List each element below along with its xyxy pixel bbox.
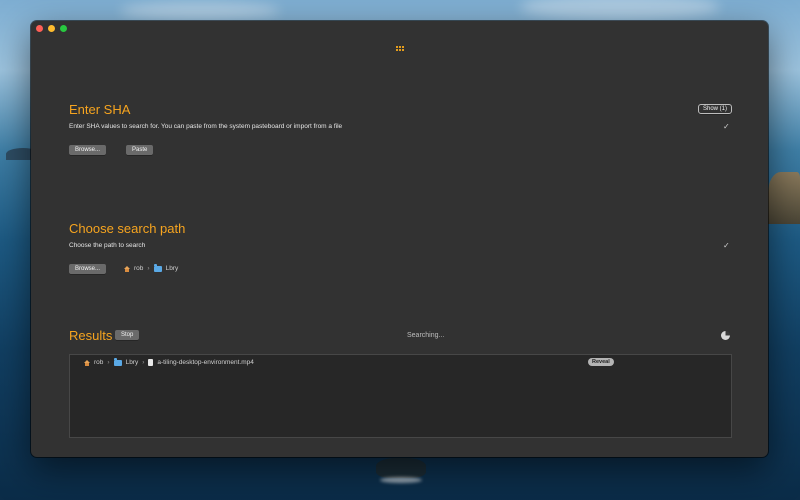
path-browse-button[interactable]: Browse... (69, 264, 107, 274)
path-segment: rob (94, 359, 104, 366)
progress-spinner-icon (721, 331, 730, 340)
sha-browse-button[interactable]: Browse... (69, 145, 107, 155)
paste-button[interactable]: Paste (126, 145, 154, 155)
minimize-window-button[interactable] (48, 25, 55, 32)
results-section-title: Results (69, 328, 113, 343)
home-folder-icon (124, 265, 130, 272)
path-section-title: Choose search path (69, 221, 186, 236)
wallpaper-cliff (768, 172, 800, 224)
close-window-button[interactable] (36, 25, 43, 32)
window-controls (36, 25, 67, 32)
path-checkmark-icon: ✓ (723, 241, 730, 250)
wallpaper-rock (376, 458, 426, 478)
chevron-right-icon: › (107, 359, 110, 366)
zoom-window-button[interactable] (60, 25, 67, 32)
stop-button[interactable]: Stop (115, 330, 140, 340)
search-status: Searching... (407, 332, 445, 339)
path-segment: Lbry (165, 265, 179, 272)
show-sha-button[interactable]: Show (1) (698, 104, 733, 114)
folder-icon (153, 264, 162, 272)
app-grid-icon[interactable] (396, 46, 404, 52)
reveal-button[interactable]: Reveal (588, 358, 614, 366)
home-folder-icon (84, 359, 90, 366)
chevron-right-icon: › (142, 359, 145, 366)
sha-description: Enter SHA values to search for. You can … (69, 123, 343, 130)
wallpaper-cloud (520, 0, 720, 20)
result-file-name: a-tiling-desktop-environment.mp4 (157, 359, 254, 366)
app-window: Enter SHA Enter SHA values to search for… (31, 21, 768, 457)
sha-checkmark-icon: ✓ (723, 122, 730, 131)
search-path-breadcrumb: rob › Lbry (124, 264, 179, 272)
sha-section-title: Enter SHA (69, 102, 131, 117)
path-segment: Lbry (125, 359, 139, 366)
results-list: rob › Lbry › a-tiling-desktop-environmen… (69, 354, 732, 438)
result-row[interactable]: rob › Lbry › a-tiling-desktop-environmen… (84, 358, 254, 366)
path-segment: rob (134, 265, 144, 272)
path-description: Choose the path to search (69, 242, 146, 249)
folder-icon (113, 358, 122, 366)
wallpaper-cloud (120, 2, 280, 20)
chevron-right-icon: › (147, 265, 150, 272)
file-icon (148, 359, 154, 366)
